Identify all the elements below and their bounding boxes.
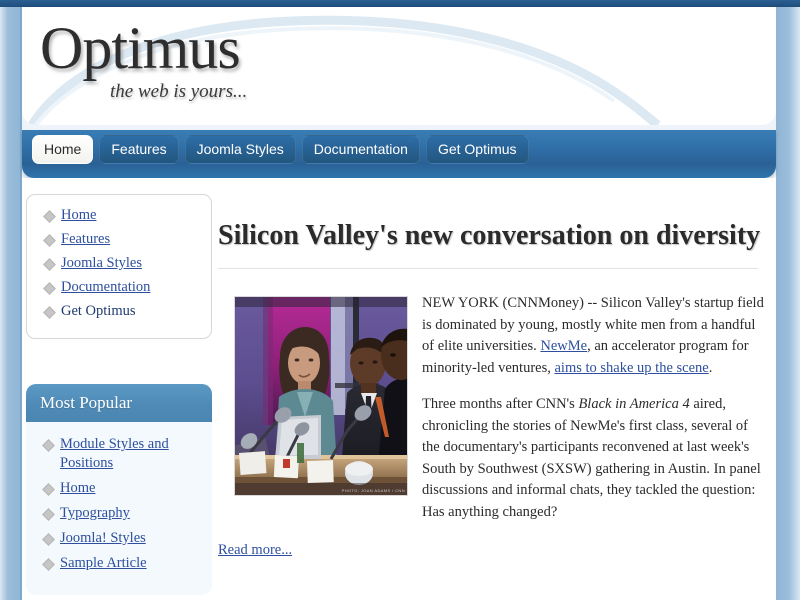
photo-credit: PHOTO: JOAN ADAMS / CNN: [341, 488, 405, 493]
diamond-bullet-icon: [42, 558, 55, 571]
most-popular-list: Module Styles and Positions Home Typograph…: [26, 435, 212, 573]
list-item: Sample Article: [42, 554, 212, 573]
nav-list: Home Features Joomla Styles Documentation Ge…: [32, 135, 529, 164]
popular-item-typography[interactable]: Typography: [60, 505, 130, 521]
site-header: Optimus the web is yours...: [22, 7, 776, 125]
diamond-bullet-icon: [43, 306, 56, 319]
most-popular-body: Module Styles and Positions Home Typograph…: [26, 422, 212, 595]
page-frame: Optimus the web is yours... Home Features…: [0, 0, 800, 600]
read-more-wrap: Read more...: [218, 538, 768, 559]
sidebar-item-features[interactable]: Features: [61, 231, 110, 247]
nav-item-documentation[interactable]: Documentation: [301, 135, 420, 164]
sidebar-item-joomla-styles[interactable]: Joomla Styles: [61, 255, 142, 271]
diamond-bullet-icon: [42, 508, 55, 521]
logo-title: Optimus: [40, 15, 241, 81]
nav-item-wrap: Get Optimus: [425, 135, 529, 164]
list-item: Home: [42, 479, 212, 498]
diamond-bullet-icon: [43, 258, 56, 271]
article-title: Silicon Valley's new conversation on div…: [218, 220, 761, 251]
main-menu-list: Home Features Joomla Styles Documentation Ge…: [27, 206, 211, 321]
most-popular-module: Most Popular Module Styles and Positions…: [26, 384, 212, 595]
popular-item-joomla-styles[interactable]: Joomla! Styles: [60, 530, 146, 546]
most-popular-title: Most Popular: [26, 384, 212, 422]
nav-item-wrap: Features: [99, 135, 179, 164]
newme-link[interactable]: NewMe: [540, 338, 587, 354]
diamond-bullet-icon: [43, 282, 56, 295]
nav-item-wrap: Home: [32, 135, 94, 164]
read-more-link[interactable]: Read more...: [218, 542, 292, 559]
sidebar-item-documentation[interactable]: Documentation: [61, 279, 150, 295]
para2-part1: Three months after CNN's: [422, 396, 579, 412]
list-item: Joomla Styles: [43, 254, 211, 273]
nav-item-get-optimus[interactable]: Get Optimus: [425, 135, 529, 164]
logo-tagline: the web is yours...: [110, 81, 248, 102]
content-area: Home Features Joomla Styles Documentation Ge…: [22, 178, 776, 600]
popular-item-module-styles-and-positions[interactable]: Module Styles and Positions: [60, 436, 169, 471]
list-item: Typography: [42, 504, 212, 523]
diamond-bullet-icon: [42, 533, 55, 546]
nav-item-features[interactable]: Features: [99, 135, 179, 164]
nav-item-wrap: Joomla Styles: [184, 135, 296, 164]
list-item: Features: [43, 230, 211, 249]
main-menu-module: Home Features Joomla Styles Documentation Ge…: [26, 194, 212, 339]
article-photo: PHOTO: JOAN ADAMS / CNN: [234, 296, 408, 496]
list-item: Get Optimus: [43, 302, 211, 321]
sidebar: Home Features Joomla Styles Documentation Ge…: [26, 194, 216, 595]
nav-item-home[interactable]: Home: [32, 135, 94, 164]
diamond-bullet-icon: [43, 210, 56, 223]
article-figure: PHOTO: JOAN ADAMS / CNN: [234, 296, 408, 496]
para2-part2: aired, chronicling the stories of NewMe'…: [422, 396, 761, 520]
documentary-title: Black in America 4: [578, 396, 690, 412]
right-decorative-rail: [776, 0, 800, 600]
site-logo[interactable]: Optimus the web is yours...: [40, 15, 460, 120]
diamond-bullet-icon: [43, 234, 56, 247]
diamond-bullet-icon: [42, 483, 55, 496]
list-item: Module Styles and Positions: [42, 435, 212, 473]
top-accent-bar: [0, 0, 800, 7]
title-divider: [218, 268, 758, 269]
article-body: PHOTO: JOAN ADAMS / CNN NEW YORK (CNNMon…: [218, 293, 768, 559]
shake-up-scene-link[interactable]: aims to shake up the scene: [554, 360, 708, 376]
sidebar-item-home[interactable]: Home: [61, 207, 96, 223]
popular-item-home[interactable]: Home: [60, 480, 95, 496]
sidebar-item-get-optimus: Get Optimus: [61, 303, 136, 319]
list-item: Joomla! Styles: [42, 529, 212, 548]
list-item: Documentation: [43, 278, 211, 297]
panel-discussion-photo: [235, 297, 407, 495]
left-decorative-rail: [0, 0, 22, 600]
popular-item-sample-article[interactable]: Sample Article: [60, 555, 147, 571]
article: Silicon Valley's new conversation on div…: [218, 196, 768, 559]
para1-part3: .: [708, 359, 713, 376]
nav-item-joomla-styles[interactable]: Joomla Styles: [184, 135, 296, 164]
diamond-bullet-icon: [42, 439, 55, 452]
nav-item-wrap: Documentation: [301, 135, 420, 164]
main-navigation-bar: Home Features Joomla Styles Documentation Ge…: [22, 130, 776, 178]
list-item: Home: [43, 206, 211, 225]
